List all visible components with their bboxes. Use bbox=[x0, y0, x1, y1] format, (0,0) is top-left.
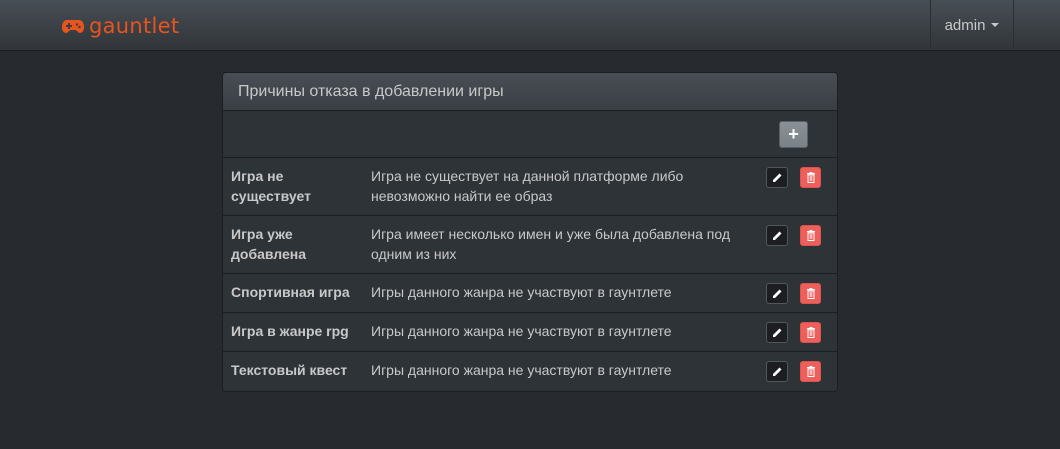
edit-button[interactable] bbox=[766, 167, 788, 188]
pencil-icon bbox=[772, 328, 781, 337]
delete-button[interactable] bbox=[800, 225, 821, 246]
delete-button[interactable] bbox=[800, 322, 821, 343]
reason-description: Игра не существует на данной платформе л… bbox=[371, 168, 684, 204]
edit-button[interactable] bbox=[766, 361, 788, 382]
brand-name: gauntlet bbox=[89, 14, 180, 38]
table-row: Спортивная игра Игры данного жанра не уч… bbox=[223, 274, 837, 313]
reasons-panel: Причины отказа в добавлении игры + Игра … bbox=[222, 72, 838, 392]
reasons-table: Игра не существует Игра не существует на… bbox=[223, 158, 837, 391]
caret-down-icon bbox=[991, 23, 1000, 27]
reason-name: Спортивная игра bbox=[231, 284, 350, 300]
reason-description: Игры данного жанра не участвуют в гаунтл… bbox=[371, 362, 672, 378]
reason-name: Игра в жанре rpg bbox=[231, 323, 349, 339]
table-row: Игра не существует Игра не существует на… bbox=[223, 158, 837, 216]
delete-button[interactable] bbox=[800, 361, 821, 382]
trash-icon bbox=[806, 172, 815, 183]
table-row: Игра в жанре rpg Игры данного жанра не у… bbox=[223, 313, 837, 352]
trash-icon bbox=[806, 288, 815, 299]
plus-icon: + bbox=[788, 124, 799, 144]
trash-icon bbox=[806, 230, 815, 241]
brand-link[interactable]: gauntlet bbox=[62, 14, 179, 38]
panel-title: Причины отказа в добавлении игры bbox=[223, 73, 837, 111]
reason-name: Игра не существует bbox=[231, 168, 311, 204]
pencil-icon bbox=[772, 173, 781, 182]
panel-toolbar: + bbox=[223, 111, 837, 158]
top-navbar: gauntlet admin bbox=[0, 0, 1060, 51]
reason-name: Игра уже добавлена bbox=[231, 226, 307, 262]
trash-icon bbox=[806, 366, 815, 377]
pencil-icon bbox=[772, 367, 781, 376]
trash-icon bbox=[806, 327, 815, 338]
reason-description: Игра имеет несколько имен и уже была доб… bbox=[371, 226, 731, 262]
delete-button[interactable] bbox=[800, 167, 821, 188]
user-menu-dropdown[interactable]: admin bbox=[930, 0, 1014, 50]
reason-description: Игры данного жанра не участвуют в гаунтл… bbox=[371, 323, 672, 339]
delete-button[interactable] bbox=[800, 283, 821, 304]
table-row: Текстовый квест Игры данного жанра не уч… bbox=[223, 352, 837, 391]
gamepad-icon bbox=[62, 20, 84, 33]
pencil-icon bbox=[772, 289, 781, 298]
edit-button[interactable] bbox=[766, 322, 788, 343]
edit-button[interactable] bbox=[766, 225, 788, 246]
user-menu-label: admin bbox=[944, 16, 986, 34]
reason-description: Игры данного жанра не участвуют в гаунтл… bbox=[371, 284, 672, 300]
table-row: Игра уже добавлена Игра имеет несколько … bbox=[223, 216, 837, 274]
pencil-icon bbox=[772, 231, 781, 240]
add-reason-button[interactable]: + bbox=[779, 121, 808, 148]
reason-name: Текстовый квест bbox=[231, 362, 348, 378]
edit-button[interactable] bbox=[766, 283, 788, 304]
